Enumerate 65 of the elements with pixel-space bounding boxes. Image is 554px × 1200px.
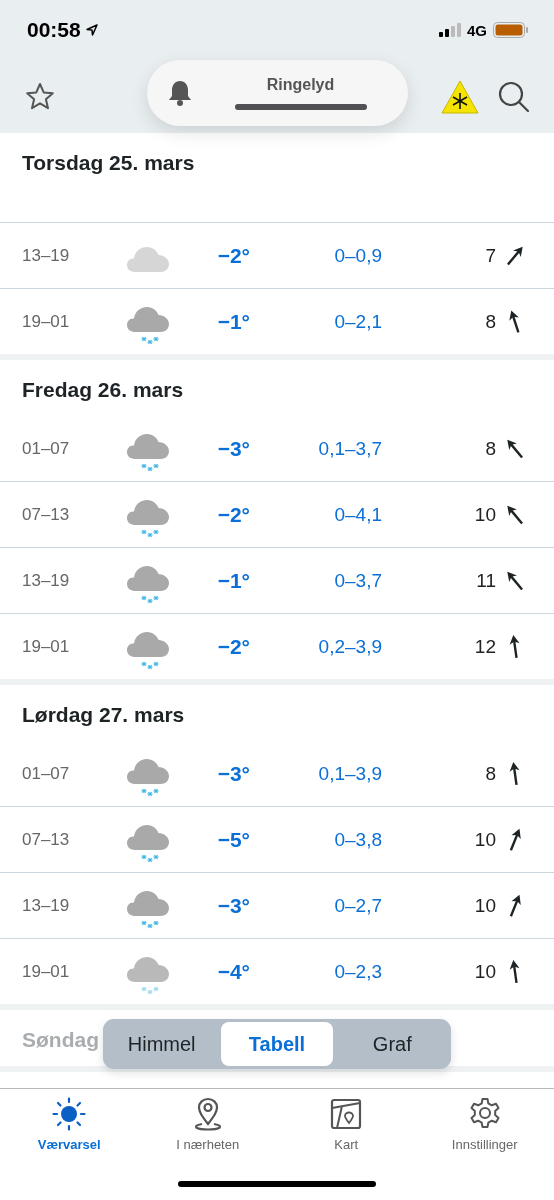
- nav-tab[interactable]: I nærheten: [138, 1097, 277, 1152]
- precipitation: 0–4,1: [333, 503, 382, 526]
- precipitation: 0–2,1: [333, 310, 382, 333]
- snow-warning-icon[interactable]: [440, 78, 480, 115]
- wind-speed: 10: [474, 503, 496, 526]
- time-period: 01–07: [22, 438, 71, 459]
- day-heading: Lørdag 27. mars: [21, 702, 186, 728]
- temperature: −2°: [216, 502, 250, 527]
- precipitation: 0–3,8: [333, 828, 382, 851]
- ringer-label: Ringelyd: [266, 76, 335, 94]
- nav-tab[interactable]: Innstillinger: [415, 1097, 554, 1152]
- wind-speed: 12: [474, 635, 496, 658]
- signal-icon: [439, 23, 463, 37]
- precipitation: 0,1–3,9: [317, 762, 382, 785]
- wind-speed: 11: [476, 569, 496, 592]
- battery-icon: [493, 22, 528, 38]
- view-tab[interactable]: Tabell: [221, 1022, 333, 1066]
- time-period: 19–01: [22, 636, 71, 657]
- search-icon[interactable]: [498, 80, 530, 113]
- temperature: −2°: [216, 243, 250, 268]
- day-heading: Torsdag 25. mars: [21, 150, 196, 176]
- temperature: −2°: [216, 634, 250, 659]
- temperature: −1°: [216, 568, 250, 593]
- precipitation: 0,1–3,7: [317, 437, 382, 460]
- view-tab[interactable]: Graf: [336, 1022, 448, 1066]
- wind-speed: 8: [485, 310, 496, 333]
- wind-speed: 8: [485, 437, 496, 460]
- wind-speed: 10: [474, 960, 496, 983]
- day-heading: Søndag: [21, 1027, 100, 1053]
- map-icon: [330, 1097, 363, 1131]
- temperature: −5°: [216, 827, 250, 852]
- temperature: −3°: [216, 893, 250, 918]
- location-pin-icon: [192, 1097, 223, 1131]
- precipitation: 0–3,7: [333, 569, 382, 592]
- precipitation: 0–0,9: [333, 244, 382, 267]
- location-arrow-icon: [85, 24, 98, 36]
- temperature: −4°: [216, 959, 250, 984]
- time-period: 19–01: [22, 961, 71, 982]
- wind-speed: 10: [474, 828, 496, 851]
- bell-icon: [167, 79, 193, 107]
- time-period: 01–07: [22, 763, 71, 784]
- temperature: −1°: [216, 309, 250, 334]
- nav-tab[interactable]: Værvarsel: [0, 1097, 139, 1152]
- time-period: 19–01: [22, 311, 71, 332]
- day-heading: Fredag 26. mars: [21, 377, 185, 403]
- clock-time: 00:58: [27, 18, 81, 42]
- nav-tab[interactable]: Kart: [277, 1097, 416, 1152]
- temperature: −3°: [216, 761, 250, 786]
- time-period: 07–13: [22, 504, 71, 525]
- precipitation: 0–2,7: [333, 894, 382, 917]
- wind-speed: 8: [485, 762, 496, 785]
- precipitation: 0,2–3,9: [317, 635, 382, 658]
- star-icon[interactable]: [25, 82, 55, 111]
- sun-icon: [52, 1097, 87, 1131]
- time-period: 13–19: [22, 570, 71, 591]
- wind-speed: 7: [485, 244, 496, 267]
- temperature: −3°: [216, 436, 250, 461]
- time-period: 13–19: [22, 895, 71, 916]
- time-period: 07–13: [22, 829, 71, 850]
- precipitation: 0–2,3: [333, 960, 382, 983]
- time-period: 13–19: [22, 245, 71, 266]
- wind-speed: 10: [474, 894, 496, 917]
- volume-slider[interactable]: [234, 104, 367, 110]
- network-label: 4G: [467, 21, 487, 39]
- view-tab[interactable]: Himmel: [106, 1022, 218, 1066]
